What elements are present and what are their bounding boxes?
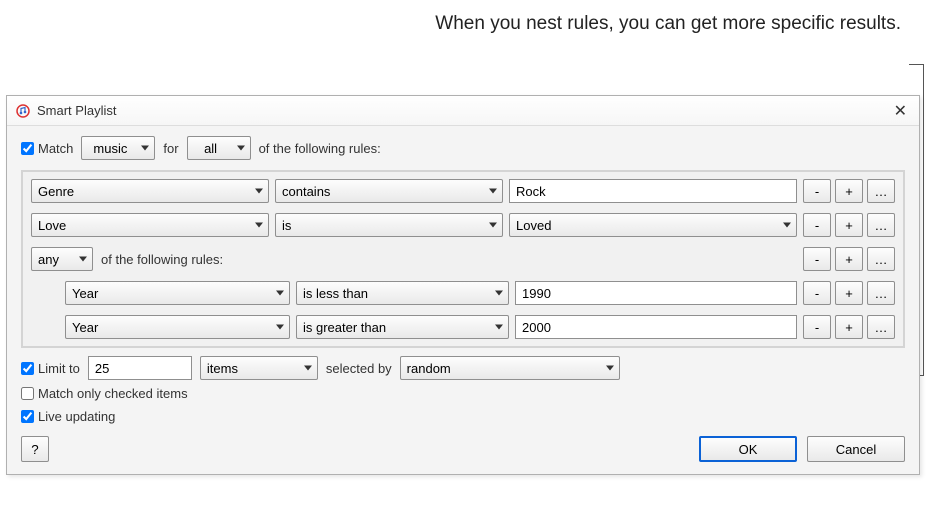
limit-unit-select[interactable]: items: [200, 356, 318, 380]
remove-rule-button[interactable]: -: [803, 281, 831, 305]
nested-combine-select[interactable]: any: [31, 247, 93, 271]
rule-operator-select[interactable]: is less than: [296, 281, 509, 305]
ok-button[interactable]: OK: [699, 436, 797, 462]
selected-by-label: selected by: [326, 361, 392, 376]
nested-rule-header: any of the following rules: - + …: [25, 242, 901, 276]
rule-value-input[interactable]: [515, 281, 797, 305]
rule-row: Love is Loved - + …: [25, 208, 901, 242]
limit-label: Limit to: [38, 361, 80, 376]
limit-mode-select[interactable]: random: [400, 356, 620, 380]
match-only-checked-checkbox[interactable]: Match only checked items: [21, 386, 188, 401]
more-rule-button[interactable]: …: [867, 315, 895, 339]
match-checkbox-input[interactable]: [21, 142, 34, 155]
rule-field-select[interactable]: Love: [31, 213, 269, 237]
limit-checkbox-input[interactable]: [21, 362, 34, 375]
rule-field-select[interactable]: Year: [65, 315, 290, 339]
more-rule-button[interactable]: …: [867, 281, 895, 305]
close-button[interactable]: ✕: [890, 101, 911, 121]
dialog-body: Match music for all of the following rul…: [7, 126, 919, 474]
add-rule-button[interactable]: +: [835, 247, 863, 271]
add-rule-button[interactable]: +: [835, 315, 863, 339]
remove-rule-button[interactable]: -: [803, 179, 831, 203]
for-label: for: [163, 141, 178, 156]
dialog-footer: ? OK Cancel: [21, 436, 905, 462]
rule-operator-select[interactable]: is: [275, 213, 503, 237]
live-updating-label: Live updating: [38, 409, 115, 424]
titlebar: Smart Playlist ✕: [7, 96, 919, 126]
add-rule-button[interactable]: +: [835, 213, 863, 237]
match-checkbox[interactable]: Match: [21, 141, 73, 156]
match-only-checked-label: Match only checked items: [38, 386, 188, 401]
smart-playlist-dialog: Smart Playlist ✕ Match music for all of …: [6, 95, 920, 475]
live-updating-checkbox[interactable]: Live updating: [21, 409, 115, 424]
remove-rule-button[interactable]: -: [803, 213, 831, 237]
rule-value-select[interactable]: Loved: [509, 213, 797, 237]
rule-field-select[interactable]: Year: [65, 281, 290, 305]
rules-panel: Genre contains - + … Love is Loved - + …: [21, 170, 905, 348]
rules-tail-label: of the following rules:: [259, 141, 381, 156]
match-label: Match: [38, 141, 73, 156]
nested-rule-row: Year is greater than - + …: [25, 310, 901, 344]
rule-field-select[interactable]: Genre: [31, 179, 269, 203]
rule-operator-select[interactable]: is greater than: [296, 315, 509, 339]
limit-value-input[interactable]: [88, 356, 192, 380]
remove-rule-button[interactable]: -: [803, 247, 831, 271]
cancel-button[interactable]: Cancel: [807, 436, 905, 462]
callout-line: [920, 64, 924, 376]
remove-rule-button[interactable]: -: [803, 315, 831, 339]
help-button[interactable]: ?: [21, 436, 49, 462]
more-rule-button[interactable]: …: [867, 247, 895, 271]
app-icon: [15, 103, 31, 119]
add-rule-button[interactable]: +: [835, 281, 863, 305]
nested-rule-row: Year is less than - + …: [25, 276, 901, 310]
more-rule-button[interactable]: …: [867, 213, 895, 237]
rule-value-input[interactable]: [515, 315, 797, 339]
match-row: Match music for all of the following rul…: [21, 136, 905, 160]
rule-row: Genre contains - + …: [25, 174, 901, 208]
limit-checkbox[interactable]: Limit to: [21, 361, 80, 376]
add-rule-button[interactable]: +: [835, 179, 863, 203]
limit-row: Limit to items selected by random: [21, 356, 905, 380]
more-rule-button[interactable]: …: [867, 179, 895, 203]
live-updating-input[interactable]: [21, 410, 34, 423]
dialog-title: Smart Playlist: [37, 103, 890, 118]
scope-select[interactable]: all: [187, 136, 251, 160]
media-type-select[interactable]: music: [81, 136, 155, 160]
match-only-checked-input[interactable]: [21, 387, 34, 400]
callout-annotation: When you nest rules, you can get more sp…: [435, 12, 901, 36]
nested-tail-label: of the following rules:: [101, 252, 223, 267]
rule-operator-select[interactable]: contains: [275, 179, 503, 203]
rule-value-input[interactable]: [509, 179, 797, 203]
